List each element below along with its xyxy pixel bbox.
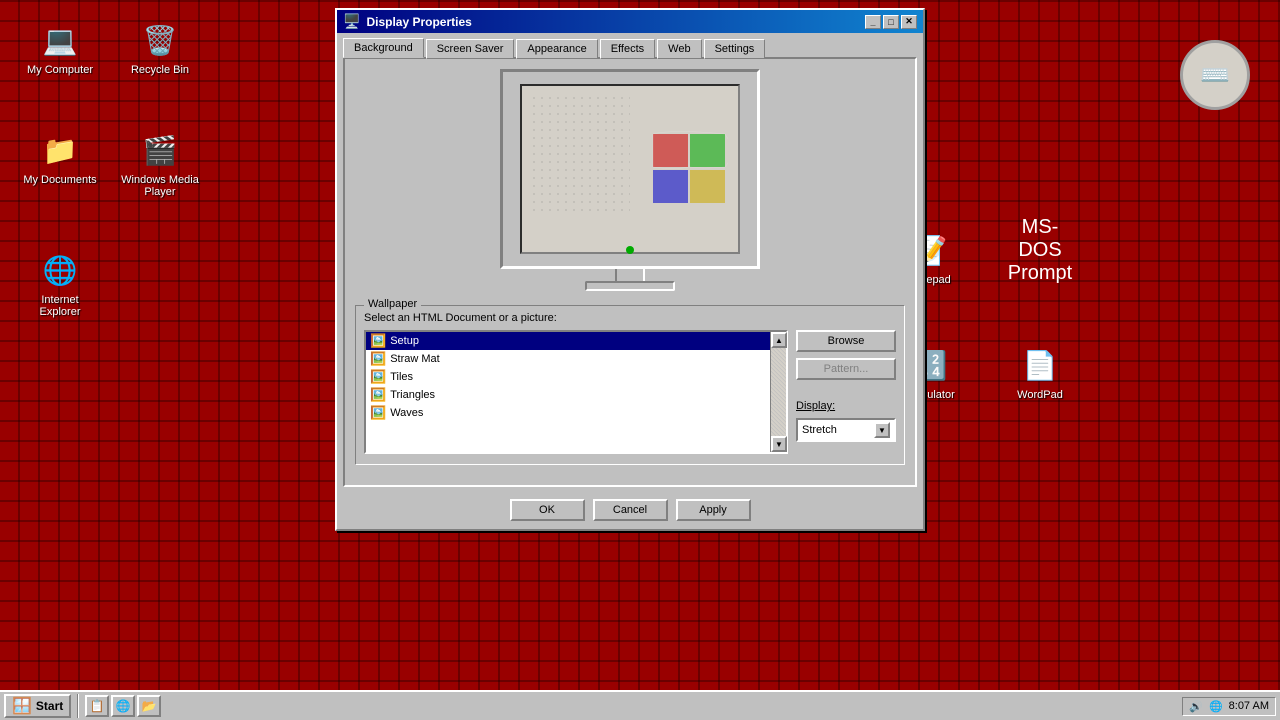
dialog-title: 🖥️ Display Properties (343, 13, 472, 30)
list-item-straw-mat[interactable]: 🖼️ Straw Mat (366, 350, 770, 368)
tabs-container: Background Screen Saver Appearance Effec… (337, 33, 923, 57)
list-item-setup-label: Setup (390, 335, 419, 347)
desktop-icon-msdos[interactable]: MS-DOSPrompt (1000, 230, 1080, 274)
monitor-indicator (626, 246, 634, 254)
list-item-triangles-label: Triangles (390, 389, 435, 401)
desktop-icon-ie[interactable]: 🌐 Internet Explorer (20, 250, 100, 318)
taskbar-btn-2[interactable]: 🌐 (111, 695, 135, 717)
wmp-icon: 🎬 (140, 130, 180, 170)
ie-label: Internet Explorer (20, 294, 100, 318)
desktop-icon-wordpad[interactable]: 📄 WordPad (1000, 345, 1080, 401)
desktop-icon-wmp[interactable]: 🎬 Windows Media Player (120, 130, 200, 198)
recycle-bin-icon: 🗑️ (140, 20, 180, 60)
dialog-footer: OK Cancel Apply (337, 493, 923, 529)
wallpaper-list-label: Select an HTML Document or a picture: (364, 312, 896, 324)
wordpad-icon: 📄 (1020, 345, 1060, 385)
display-label-row: Display: (796, 400, 896, 412)
start-windows-icon: 🪟 (12, 696, 32, 716)
monitor-preview (355, 69, 905, 291)
display-dropdown[interactable]: Stretch ▼ (796, 418, 896, 442)
keyboard-icon: ⌨️ (1180, 40, 1250, 110)
straw-mat-icon: 🖼️ (370, 351, 386, 367)
list-item-setup[interactable]: 🖼️ Setup (366, 332, 770, 350)
list-item-waves[interactable]: 🖼️ Waves (366, 404, 770, 422)
wallpaper-group-label: Wallpaper (364, 298, 421, 310)
taskbar-divider (77, 694, 79, 718)
my-computer-icon: 💻 (40, 20, 80, 60)
wordpad-label: WordPad (1000, 389, 1080, 401)
tab-web[interactable]: Web (657, 39, 701, 59)
start-label: Start (36, 699, 63, 713)
cancel-button[interactable]: Cancel (593, 499, 668, 521)
tab-appearance[interactable]: Appearance (516, 39, 597, 59)
display-value: Stretch (802, 424, 837, 436)
scroll-track (771, 348, 786, 436)
taskbar-btn-1[interactable]: 📋 (85, 695, 109, 717)
tray-network-icon: 🔊 (1189, 700, 1203, 713)
tab-settings[interactable]: Settings (704, 39, 766, 59)
my-documents-label: My Documents (20, 174, 100, 186)
tab-effects[interactable]: Effects (600, 39, 655, 59)
ie-icon: 🌐 (40, 250, 80, 290)
maximize-button[interactable]: □ (883, 15, 899, 29)
display-label: Display: (796, 400, 835, 412)
tiles-icon: 🖼️ (370, 369, 386, 385)
list-item-tiles[interactable]: 🖼️ Tiles (366, 368, 770, 386)
list-item-tiles-label: Tiles (390, 371, 413, 383)
wallpaper-listbox[interactable]: 🖼️ Setup 🖼️ Straw Mat 🖼️ Tiles (366, 332, 770, 452)
browse-button[interactable]: Browse (796, 330, 896, 352)
dialog-body: Wallpaper Select an HTML Document or a p… (343, 57, 917, 487)
wallpaper-list: 🖼️ Setup 🖼️ Straw Mat 🖼️ Tiles (366, 332, 770, 422)
listbox-scrollbar[interactable]: ▲ ▼ (770, 332, 786, 452)
dropdown-arrow-icon[interactable]: ▼ (874, 422, 890, 438)
desktop-icon-recycle-bin[interactable]: 🗑️ Recycle Bin (120, 20, 200, 76)
wmp-label: Windows Media Player (120, 174, 200, 198)
my-computer-label: My Computer (20, 64, 100, 76)
my-documents-icon: 📁 (40, 130, 80, 170)
monitor-neck (615, 269, 645, 281)
scroll-down-button[interactable]: ▼ (771, 436, 787, 452)
keyboard-icon-area: ⌨️ (1180, 40, 1250, 114)
wallpaper-listbox-outer: 🖼️ Setup 🖼️ Straw Mat 🖼️ Tiles (364, 330, 788, 454)
dialog-title-text: Display Properties (366, 15, 471, 29)
taskbar-btn-3[interactable]: 📂 (137, 695, 161, 717)
minimize-button[interactable]: _ (865, 15, 881, 29)
start-button[interactable]: 🪟 Start (4, 694, 71, 718)
msdos-icon: MS-DOSPrompt (1020, 230, 1060, 270)
list-item-triangles[interactable]: 🖼️ Triangles (366, 386, 770, 404)
monitor-base (585, 281, 675, 291)
waves-icon: 🖼️ (370, 405, 386, 421)
wallpaper-buttons: Browse Pattern... Display: Stretch ▼ (796, 330, 896, 454)
list-item-waves-label: Waves (390, 407, 423, 419)
dialog-titlebar: 🖥️ Display Properties _ □ ✕ (337, 10, 923, 33)
taskbar: 🪟 Start 📋 🌐 📂 🔊 🌐 8:07 AM (0, 690, 1280, 720)
dialog-controls: _ □ ✕ (865, 15, 917, 29)
close-button[interactable]: ✕ (901, 15, 917, 29)
taskbar-tray: 🔊 🌐 8:07 AM (1182, 697, 1276, 716)
tab-background[interactable]: Background (343, 38, 424, 58)
apply-button[interactable]: Apply (676, 499, 751, 521)
taskbar-clock: 8:07 AM (1229, 700, 1269, 712)
wallpaper-groupbox: Wallpaper Select an HTML Document or a p… (355, 305, 905, 465)
listbox-container: 🖼️ Setup 🖼️ Straw Mat 🖼️ Tiles (364, 330, 896, 454)
ok-button[interactable]: OK (510, 499, 585, 521)
scroll-up-button[interactable]: ▲ (771, 332, 787, 348)
recycle-bin-label: Recycle Bin (120, 64, 200, 76)
monitor-screen (520, 84, 740, 254)
tray-volume-icon: 🌐 (1209, 700, 1223, 713)
dialog-title-icon: 🖥️ (343, 13, 360, 30)
setup-icon: 🖼️ (370, 333, 386, 349)
list-item-straw-mat-label: Straw Mat (390, 353, 440, 365)
desktop-icon-my-computer[interactable]: 💻 My Computer (20, 20, 100, 76)
display-properties-dialog: 🖥️ Display Properties _ □ ✕ Background S… (335, 8, 925, 531)
tab-screen-saver[interactable]: Screen Saver (426, 39, 515, 59)
pattern-button[interactable]: Pattern... (796, 358, 896, 380)
win-preview-screen (522, 86, 738, 252)
desktop-icon-my-documents[interactable]: 📁 My Documents (20, 130, 100, 186)
taskbar-quick-launch: 📋 🌐 📂 (85, 695, 161, 717)
monitor-outer (500, 69, 760, 269)
triangles-icon: 🖼️ (370, 387, 386, 403)
